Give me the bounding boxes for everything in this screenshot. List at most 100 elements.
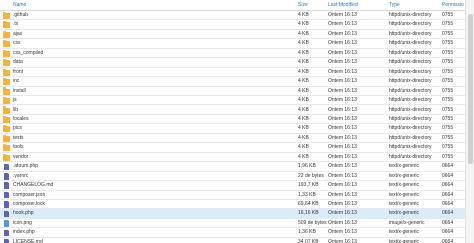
folder-icon [3, 87, 10, 95]
row-last-modified: Ontem 16:13 [328, 210, 357, 217]
table-row[interactable]: locales 4 KB Ontem 16:13 httpd/unix-directo… [0, 115, 465, 125]
row-last-modified: Ontem 16:13 [328, 30, 357, 37]
table-row[interactable]: css 4 KB Ontem 16:13 httpd/unix-directory 07… [0, 39, 465, 49]
table-row[interactable]: front 4 KB Ontem 16:13 httpd/unix-directory… [0, 68, 465, 78]
table-row[interactable]: composer.json 1,33 KB Ontem 16:13 text/x-ge… [0, 191, 465, 200]
table-row[interactable]: ajax 4 KB Ontem 16:13 httpd/unix-directory 0… [0, 30, 465, 40]
row-last-modified: Ontem 16:13 [328, 153, 357, 160]
folder-icon [3, 134, 10, 142]
row-last-modified: Ontem 16:13 [328, 106, 357, 113]
row-permissions: 0664 [442, 191, 454, 198]
table-row[interactable]: LICENSE.md 34,07 KB Ontem 16:13 text/x-gene… [0, 238, 465, 243]
row-name: index.php [13, 229, 35, 236]
scrollbar-thumb[interactable] [468, 14, 473, 164]
row-permissions: 0755 [442, 78, 454, 85]
table-row[interactable]: inc 4 KB Ontem 16:13 httpd/unix-directory 07… [0, 77, 465, 87]
row-type: httpd/unix-directory [389, 134, 432, 141]
row-name: front [13, 68, 24, 75]
row-name: .atoum.php [13, 163, 39, 170]
row-permissions: 0755 [442, 49, 454, 56]
table-row[interactable]: .yarnrc 22 de bytes Ontem 16:13 text/x-gene… [0, 172, 465, 182]
row-name: data [13, 59, 23, 66]
file-icon [4, 163, 9, 171]
folder-icon [3, 106, 10, 114]
column-header-last-modified[interactable]: Last Modified [328, 0, 386, 10]
file-list-table: Name Size Last Modified Type Permissions… [0, 0, 465, 243]
table-row[interactable]: css_compiled 4 KB Ontem 16:13 httpd/unix-di… [0, 49, 465, 59]
row-last-modified: Ontem 16:13 [328, 49, 357, 56]
table-row[interactable]: tools 4 KB Ontem 16:13 httpd/unix-directory… [0, 143, 465, 153]
column-header-permissions[interactable]: Permissions [442, 0, 464, 10]
row-last-modified: Ontem 16:13 [328, 219, 357, 226]
row-name: pics [13, 125, 22, 132]
row-last-modified: Ontem 16:13 [328, 21, 357, 28]
file-icon [4, 229, 9, 237]
row-permissions: 0664 [442, 229, 454, 236]
vertical-scrollbar[interactable] [465, 0, 474, 243]
folder-icon [3, 30, 10, 38]
row-last-modified: Ontem 16:13 [328, 125, 357, 132]
table-row[interactable]: lib 4 KB Ontem 16:13 httpd/unix-directory 07… [0, 106, 465, 115]
row-permissions: 0755 [442, 134, 454, 141]
row-name: tools [13, 144, 24, 151]
row-type: image/x-generic [389, 219, 425, 226]
table-row[interactable]: tests 4 KB Ontem 16:13 httpd/unix-directory… [0, 134, 465, 144]
row-last-modified: Ontem 16:13 [328, 68, 357, 75]
row-permissions: 0755 [442, 68, 454, 75]
row-last-modified: Ontem 16:13 [328, 238, 357, 243]
file-icon [4, 201, 9, 208]
row-type: httpd/unix-directory [389, 59, 432, 66]
column-header-type[interactable]: Type [389, 0, 439, 10]
row-permissions: 0755 [442, 106, 454, 113]
folder-icon [3, 59, 10, 67]
row-last-modified: Ontem 16:13 [328, 229, 357, 236]
table-row[interactable]: js 4 KB Ontem 16:13 httpd/unix-directory 075… [0, 96, 465, 106]
row-permissions: 0755 [442, 21, 454, 28]
row-permissions: 0755 [442, 153, 454, 160]
folder-icon [3, 144, 10, 152]
row-last-modified: Ontem 16:13 [328, 182, 357, 189]
row-permissions: 0664 [442, 210, 454, 217]
row-type: text/x-generic [389, 163, 420, 170]
row-name: .yarnrc [13, 172, 29, 179]
row-type: httpd/unix-directory [389, 40, 432, 47]
column-header-name[interactable]: Name [13, 0, 293, 10]
row-name: vendor [13, 153, 29, 160]
row-type: text/x-generic [389, 172, 420, 179]
row-name: inc [13, 78, 20, 85]
row-last-modified: Ontem 16:13 [328, 97, 357, 104]
table-row[interactable]: .atoum.php 1,96 KB Ontem 16:13 text/x-gener… [0, 162, 465, 172]
row-permissions: 0664 [442, 238, 454, 243]
row-last-modified: Ontem 16:13 [328, 191, 357, 198]
row-permissions: 0755 [442, 30, 454, 37]
table-row[interactable]: icon.png 509 de bytes Ontem 16:13 image/x-g… [0, 219, 465, 229]
row-type: text/x-generic [389, 229, 420, 236]
table-row[interactable]: composer.lock 69,64 KB Ontem 16:13 text/x-g… [0, 200, 465, 210]
row-type: text/x-generic [389, 210, 420, 217]
row-name: lib [13, 106, 19, 113]
table-row[interactable]: install 4 KB Ontem 16:13 httpd/unix-directo… [0, 87, 465, 97]
table-row[interactable]: pics 4 KB Ontem 16:13 httpd/unix-directory 0… [0, 124, 465, 134]
row-type: text/x-generic [389, 201, 420, 207]
table-row[interactable]: vendor 4 KB Ontem 16:13 httpd/unix-director… [0, 153, 465, 163]
row-name: icon.png [13, 219, 32, 226]
row-permissions: 0664 [442, 201, 454, 207]
file-icon [4, 239, 9, 243]
file-manager-window: Name Size Last Modified Type Permissions… [0, 0, 474, 243]
table-row[interactable]: hook.php 16,16 KB Ontem 16:13 text/x-generi… [0, 209, 465, 219]
table-row[interactable]: .github 4 KB Ontem 16:13 httpd/unix-directo… [0, 11, 465, 21]
table-row[interactable]: .tx 4 KB Ontem 16:13 httpd/unix-directory 07… [0, 20, 465, 30]
row-name: install [13, 87, 26, 94]
row-permissions: 0755 [442, 40, 454, 47]
row-name: css [13, 40, 21, 47]
row-last-modified: Ontem 16:13 [328, 144, 357, 151]
table-row[interactable]: CHANGELOG.md 193,7 KB Ontem 16:13 text/x-ge… [0, 181, 465, 191]
folder-icon [3, 21, 10, 29]
folder-icon [3, 68, 10, 76]
row-permissions: 0755 [442, 97, 454, 104]
table-row[interactable]: index.php 1,36 KB Ontem 16:13 text/x-generi… [0, 228, 465, 238]
row-name: .github [13, 12, 29, 18]
row-name: css_compiled [13, 49, 44, 56]
row-permissions: 0755 [442, 59, 454, 66]
table-row[interactable]: data 4 KB Ontem 16:13 httpd/unix-directory 0… [0, 58, 465, 68]
